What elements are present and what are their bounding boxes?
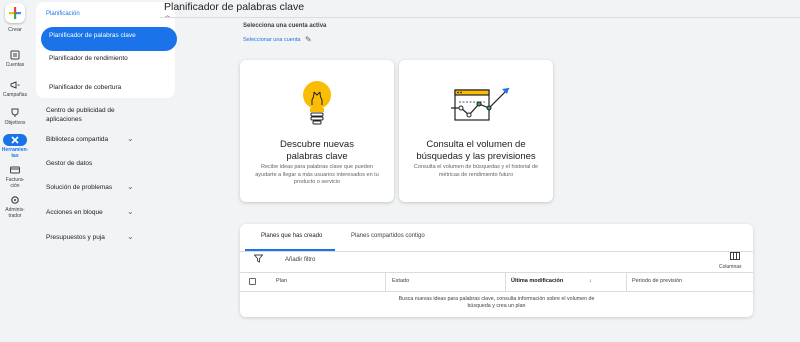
rail-label: Herramien- tas xyxy=(1,147,29,159)
card-title: Descubre nuevas palabras clave xyxy=(280,139,354,162)
column-header-last-modified[interactable]: Última modificación xyxy=(511,278,563,284)
columns-icon[interactable] xyxy=(730,252,740,262)
chevron-down-icon[interactable]: ⌄ xyxy=(127,182,134,191)
accounts-icon xyxy=(10,50,20,60)
column-header-plan[interactable]: Plan xyxy=(276,278,287,284)
trophy-icon xyxy=(11,108,19,117)
rail-item-herramientas[interactable]: Herramien- tas xyxy=(0,135,30,159)
discover-keywords-card[interactable]: Descubre nuevas palabras clave Recibe id… xyxy=(240,60,394,202)
card-description: Consulta el volumen de búsquedas y el hi… xyxy=(413,164,539,178)
lightbulb-icon xyxy=(303,81,331,125)
header-divider xyxy=(240,272,753,273)
nav-item-keyword-planner[interactable]: Planificador de palabras clave xyxy=(41,27,177,51)
page-header: Planificador de palabras clave xyxy=(160,0,800,18)
megaphone-icon xyxy=(10,81,20,89)
column-header-status[interactable]: Estado xyxy=(392,278,409,284)
column-header-forecast-period[interactable]: Periodo de previsión xyxy=(632,278,682,284)
card-title: Consulta el volumen de búsquedas y las p… xyxy=(416,139,536,162)
tools-icon xyxy=(11,136,19,144)
pencil-icon[interactable]: ✎ xyxy=(305,35,312,44)
rail-label: Objetivos xyxy=(4,120,26,126)
card-icon xyxy=(10,166,20,174)
column-separator xyxy=(385,273,386,291)
active-tab-indicator xyxy=(245,249,335,251)
create-button[interactable] xyxy=(5,3,25,23)
rail-item-cuentas[interactable]: Cuentas xyxy=(0,50,30,68)
chevron-down-icon[interactable]: ⌄ xyxy=(127,232,134,241)
search-volume-card[interactable]: Consulta el volumen de búsquedas y las p… xyxy=(399,60,553,202)
tab-shared-plans[interactable]: Planes compartidos contigo xyxy=(351,233,425,239)
sort-arrow-icon[interactable]: ↓ xyxy=(589,278,592,284)
column-separator xyxy=(626,273,627,291)
chevron-down-icon[interactable]: ⌄ xyxy=(127,134,134,143)
rail-item-campanas[interactable]: Campañas xyxy=(0,80,30,98)
planning-section: Planificación ︿ Planificador de palabras… xyxy=(36,2,177,98)
left-rail: Crear Cuentas Campañas Objetivos Herrami… xyxy=(0,0,30,342)
columns-button-label[interactable]: Columnas xyxy=(719,264,742,270)
add-filter-button[interactable]: Añadir filtro xyxy=(285,257,315,263)
create-label: Crear xyxy=(8,27,22,33)
column-separator xyxy=(505,273,506,291)
nav-item-performance-planner[interactable]: Planificador de rendimiento xyxy=(49,54,139,63)
chevron-down-icon[interactable]: ⌄ xyxy=(127,207,134,216)
row-divider xyxy=(240,291,753,292)
nav-item-reach-planner[interactable]: Planificador de cobertura xyxy=(49,83,139,92)
nav-item-data-manager[interactable]: Gestor de datos xyxy=(46,159,146,168)
card-description: Recibe ideas para palabras clave que pue… xyxy=(255,164,379,185)
tabs-divider xyxy=(240,251,753,252)
account-select-label: Selecciona una cuenta activa xyxy=(243,23,327,29)
select-all-checkbox[interactable] xyxy=(249,278,256,285)
empty-state-message: Busca nuevas ideas para palabras clave, … xyxy=(398,296,595,309)
rail-item-administrador[interactable]: Adminis- trador xyxy=(0,195,30,219)
nav-item-app-center[interactable]: Centro de publicidad de aplicaciones xyxy=(46,106,146,124)
rail-label: Factura- ción xyxy=(5,177,25,189)
planning-section-title[interactable]: Planificación xyxy=(46,11,80,17)
select-account-link[interactable]: Seleccionar una cuenta xyxy=(243,37,300,43)
nav-panel: Planificación ︿ Planificador de palabras… xyxy=(30,0,177,342)
plans-table-card: Planes que has creado Planes compartidos… xyxy=(240,224,753,317)
rail-item-objetivos[interactable]: Objetivos xyxy=(0,108,30,126)
filter-icon[interactable] xyxy=(253,254,264,265)
rail-label: Adminis- trador xyxy=(5,207,25,219)
gear-icon xyxy=(11,196,19,204)
chart-trend-icon xyxy=(451,87,510,121)
rail-item-facturacion[interactable]: Factura- ción xyxy=(0,165,30,189)
rail-label: Campañas xyxy=(2,92,28,98)
rail-label: Cuentas xyxy=(5,62,25,68)
page-title: Planificador de palabras clave xyxy=(164,1,305,13)
plus-icon xyxy=(9,7,21,19)
tab-my-plans[interactable]: Planes que has creado xyxy=(261,233,322,239)
